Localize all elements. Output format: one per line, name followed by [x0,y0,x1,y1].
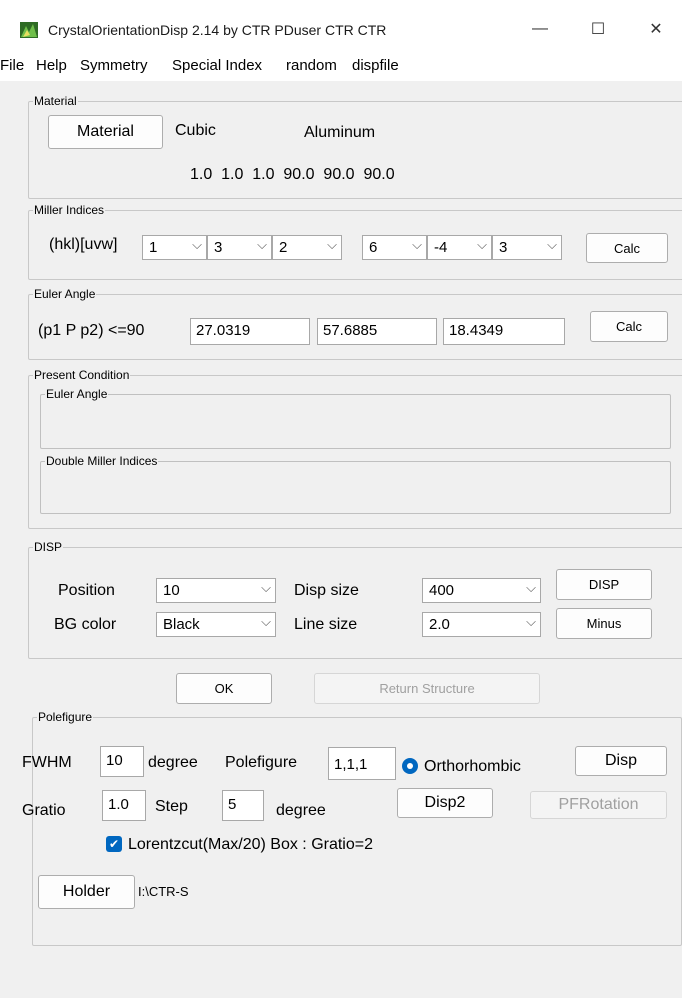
miller-w-select[interactable]: 3 ⌵ [492,235,562,260]
euler-calc-button[interactable]: Calc [590,311,668,342]
polefigure-field[interactable]: 1,1,1 [328,747,396,780]
pfrotation-button[interactable]: PFRotation [530,791,667,819]
euler-phi2-field[interactable]: 18.4349 [443,318,565,345]
lorentzcut-label: Lorentzcut(Max/20) Box : Gratio=2 [128,836,373,853]
present-miller-label: Double Miller Indices [45,454,159,468]
miller-calc-button[interactable]: Calc [586,233,668,263]
holder-button[interactable]: Holder [38,875,135,909]
chevron-down-icon: ⌵ [261,580,271,595]
miller-label: (hkl)[uvw] [49,236,118,253]
minus-button[interactable]: Minus [556,608,652,639]
maximize-button[interactable]: ☐ [578,14,618,44]
euler-label: (p1 P p2) <=90 [38,322,145,339]
chevron-down-icon: ⌵ [257,237,267,252]
miller-v-select[interactable]: -4 ⌵ [427,235,492,260]
menu-random[interactable]: random [286,57,337,74]
material-group-label: Material [33,94,78,108]
disp-button[interactable]: DISP [556,569,652,600]
chevron-down-icon: ⌵ [526,614,536,629]
menu-bar: File Help Symmetry Special Index random … [0,56,682,81]
chevron-down-icon: ⌵ [261,614,271,629]
minimize-button[interactable]: — [520,14,560,44]
miller-k-select[interactable]: 3 ⌵ [207,235,272,260]
step-label: Step [155,798,188,815]
orthorhombic-label: Orthorhombic [424,758,521,775]
bg-color-select[interactable]: Black ⌵ [156,612,276,637]
line-size-select[interactable]: 2.0 ⌵ [422,612,541,637]
lattice-parameters: 1.0 1.0 1.0 90.0 90.0 90.0 [190,166,395,183]
return-structure-button[interactable]: Return Structure [314,673,540,704]
disp-group: DISP [28,540,682,659]
app-icon [20,22,38,38]
degree-label-2: degree [276,802,326,819]
miller-group-label: Miller Indices [33,203,106,217]
present-euler-label: Euler Angle [45,387,109,401]
menu-symmetry[interactable]: Symmetry [80,57,148,74]
chevron-down-icon: ⌵ [477,237,487,252]
gratio-field[interactable]: 1.0 [102,790,146,821]
miller-l-select[interactable]: 2 ⌵ [272,235,342,260]
chevron-down-icon: ⌵ [412,237,422,252]
window-title: CrystalOrientationDisp 2.14 by CTR PDuse… [48,22,387,38]
line-size-label: Line size [294,616,358,633]
polefigure-group-label: Polefigure [37,710,94,724]
ok-button[interactable]: OK [176,673,272,704]
present-euler-box: Euler Angle [40,387,671,449]
present-condition-label: Present Condition [33,368,131,382]
chevron-down-icon: ⌵ [526,580,536,595]
radio-dot-icon [407,763,413,769]
euler-phi-field[interactable]: 57.6885 [317,318,437,345]
title-bar: CrystalOrientationDisp 2.14 by CTR PDuse… [0,0,682,56]
euler-phi1-field[interactable]: 27.0319 [190,318,310,345]
material-name: Aluminum [304,124,376,141]
disp-size-label: Disp size [294,582,359,599]
pole-disp-button[interactable]: Disp [575,746,667,776]
chevron-down-icon: ⌵ [327,237,337,252]
crystal-system: Cubic [175,122,216,139]
chevron-down-icon: ⌵ [192,237,202,252]
euler-group-label: Euler Angle [33,287,97,301]
menu-file[interactable]: File [0,57,24,74]
gratio-label: Gratio [22,802,66,819]
chevron-down-icon: ⌵ [547,237,557,252]
miller-group: Miller Indices [28,203,682,280]
menu-dispfile[interactable]: dispfile [352,57,399,74]
miller-h-select[interactable]: 1 ⌵ [142,235,207,260]
menu-special-index[interactable]: Special Index [172,57,262,74]
menu-help[interactable]: Help [36,57,67,74]
orthorhombic-radio[interactable] [402,758,418,774]
close-button[interactable]: ✕ [636,14,676,44]
fwhm-field[interactable]: 10 [100,746,144,777]
disp-size-select[interactable]: 400 ⌵ [422,578,541,603]
position-label: Position [58,582,115,599]
material-button[interactable]: Material [48,115,163,149]
bg-color-label: BG color [54,616,117,633]
disp-group-label: DISP [33,540,64,554]
checkmark-icon: ✔ [108,837,120,851]
holder-path: I:\CTR-S [138,884,189,899]
position-select[interactable]: 10 ⌵ [156,578,276,603]
degree-label-1: degree [148,754,198,771]
present-miller-box: Double Miller Indices [40,454,671,514]
fwhm-label: FWHM [22,754,72,771]
disp2-button[interactable]: Disp2 [397,788,493,818]
lorentzcut-checkbox[interactable]: ✔ [106,836,122,852]
step-field[interactable]: 5 [222,790,264,821]
miller-u-select[interactable]: 6 ⌵ [362,235,427,260]
polefigure-label: Polefigure [225,754,298,771]
